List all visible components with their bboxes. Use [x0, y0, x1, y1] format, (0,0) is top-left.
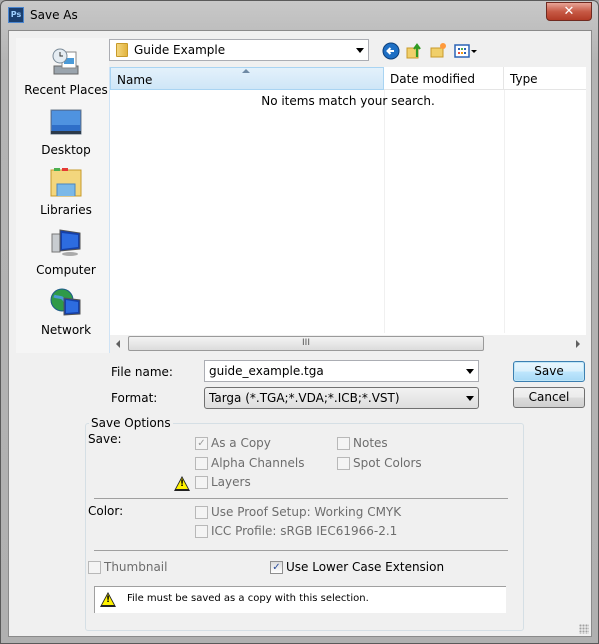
chevron-down-icon: [356, 48, 364, 53]
recent-places-icon: [52, 48, 79, 75]
network-icon: [50, 288, 81, 316]
separator: [94, 550, 508, 551]
place-label: Recent Places: [24, 83, 108, 97]
back-icon[interactable]: [382, 42, 400, 60]
file-list[interactable]: Name Date modified Type No items match y…: [109, 67, 586, 353]
column-divider: [384, 90, 385, 333]
scroll-right-icon[interactable]: [576, 340, 580, 348]
places-bar: Recent Places Desktop Libraries Computer…: [16, 38, 109, 353]
title-bar[interactable]: Ps Save As ✕: [1, 1, 598, 29]
scroll-left-icon[interactable]: [116, 340, 120, 348]
column-header-date-modified[interactable]: Date modified: [384, 67, 504, 90]
warning-icon: !: [100, 592, 116, 607]
place-desktop[interactable]: Desktop: [16, 106, 116, 157]
format-value: Targa (*.TGA;*.VDA;*.ICB;*.VST): [209, 391, 400, 405]
place-network[interactable]: Network: [16, 286, 116, 337]
color-label: Color:: [88, 504, 124, 518]
save-options-title: Save Options: [89, 416, 173, 430]
separator: [94, 498, 508, 499]
thumbnail-checkbox[interactable]: Thumbnail: [88, 560, 167, 574]
place-label: Libraries: [40, 203, 92, 217]
save-as-dialog: Ps Save As ✕ Save in: Guide Example: [0, 0, 599, 644]
place-recent-places[interactable]: Recent Places: [16, 46, 116, 97]
warning-icon: !: [174, 476, 190, 491]
photoshop-app-icon: Ps: [8, 7, 24, 23]
column-divider: [504, 90, 505, 333]
save-button[interactable]: Save: [513, 361, 585, 382]
place-label: Network: [40, 323, 92, 337]
column-header-type[interactable]: Type: [504, 67, 587, 90]
warning-message-box: ! File must be saved as a copy with this…: [94, 586, 506, 613]
libraries-icon: [50, 168, 82, 197]
place-computer[interactable]: Computer: [16, 226, 116, 277]
save-options-group: Save Options Save: ✓ As a Copy Notes Alp…: [85, 416, 524, 631]
window-title: Save As: [30, 8, 78, 22]
up-folder-icon[interactable]: [405, 42, 423, 60]
scrollbar-thumb[interactable]: III: [128, 336, 484, 351]
computer-icon: [51, 229, 81, 256]
place-label: Desktop: [41, 143, 91, 157]
save-in-value: Guide Example: [134, 43, 226, 57]
checkmark-icon: ✓: [270, 560, 283, 574]
place-label: Computer: [36, 263, 96, 277]
spot-colors-checkbox[interactable]: Spot Colors: [337, 456, 422, 470]
cancel-button[interactable]: Cancel: [513, 387, 585, 408]
empty-message: No items match your search.: [261, 94, 435, 108]
new-folder-icon[interactable]: [429, 42, 447, 60]
dialog-client-area: Save in: Guide Example: [8, 30, 592, 637]
chevron-down-icon: [466, 396, 474, 401]
list-header: Name Date modified Type: [110, 67, 586, 90]
format-label: Format:: [111, 391, 158, 405]
format-dropdown[interactable]: Targa (*.TGA;*.VDA;*.ICB;*.VST): [204, 387, 479, 409]
icc-profile-checkbox[interactable]: ICC Profile: sRGB IEC61966-2.1: [195, 524, 397, 538]
save-in-dropdown[interactable]: Guide Example: [109, 39, 369, 61]
folder-icon: [116, 43, 128, 57]
sort-ascending-icon: [242, 69, 250, 73]
chevron-down-icon[interactable]: [466, 369, 474, 374]
save-label: Save:: [88, 432, 122, 446]
alpha-channels-checkbox[interactable]: Alpha Channels: [195, 456, 304, 470]
views-menu-icon[interactable]: [454, 42, 478, 60]
use-lower-case-extension-checkbox[interactable]: ✓ Use Lower Case Extension: [270, 560, 444, 574]
notes-checkbox[interactable]: Notes: [337, 436, 388, 450]
resize-grip[interactable]: [579, 624, 589, 634]
file-name-label: File name:: [111, 365, 173, 379]
place-libraries[interactable]: Libraries: [16, 166, 116, 217]
layers-checkbox[interactable]: Layers: [195, 475, 251, 489]
close-button[interactable]: ✕: [546, 2, 592, 21]
horizontal-scrollbar[interactable]: III: [110, 335, 586, 353]
file-name-input[interactable]: guide_example.tga: [204, 360, 479, 382]
file-name-value: guide_example.tga: [209, 364, 324, 378]
warning-message: File must be saved as a copy with this s…: [127, 593, 369, 604]
as-a-copy-checkbox[interactable]: ✓ As a Copy: [195, 436, 271, 450]
use-proof-setup-checkbox[interactable]: Use Proof Setup: Working CMYK: [195, 505, 401, 519]
column-header-name[interactable]: Name: [110, 67, 384, 90]
desktop-icon: [50, 109, 82, 135]
checkmark-icon: ✓: [195, 436, 208, 450]
